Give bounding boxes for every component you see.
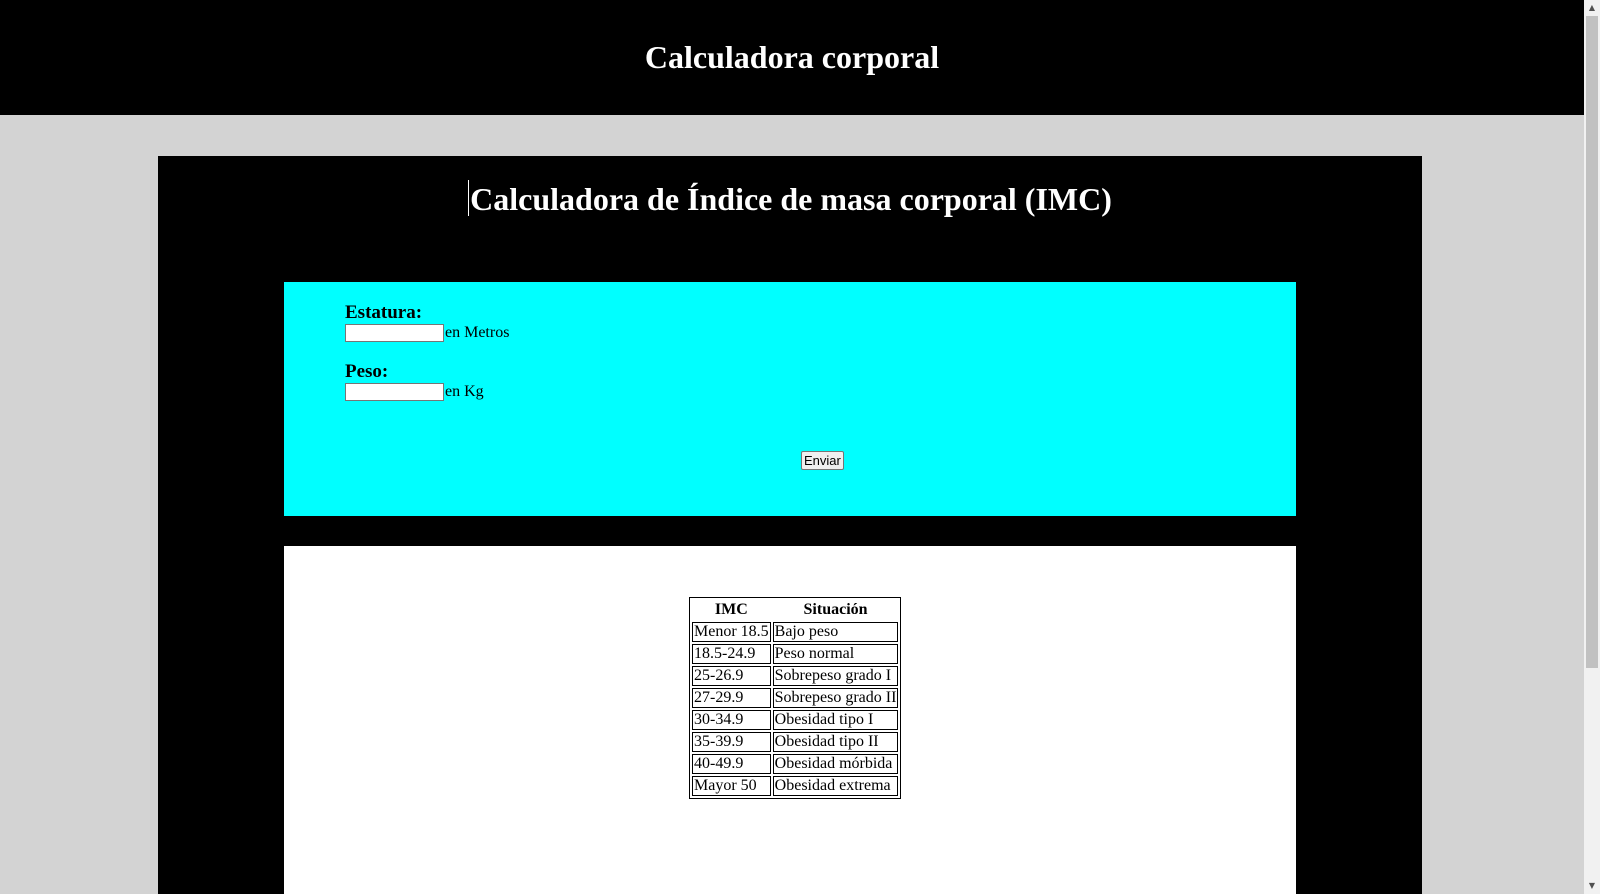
- situation-cell: Bajo peso: [772, 622, 899, 642]
- scroll-up-arrow-icon[interactable]: ▲: [1584, 0, 1600, 16]
- table-header-row: IMC Situación: [692, 600, 898, 620]
- table-row: 25-26.9 Sobrepeso grado I: [692, 666, 899, 686]
- imc-range-cell: 25-26.9: [692, 666, 771, 686]
- scroll-down-arrow-icon[interactable]: ▼: [1584, 878, 1600, 894]
- scrollbar-thumb[interactable]: [1586, 16, 1598, 668]
- situation-cell: Peso normal: [772, 644, 899, 664]
- weight-label: Peso:: [345, 361, 389, 382]
- situation-cell: Sobrepeso grado I: [772, 666, 899, 686]
- height-input[interactable]: [345, 324, 444, 342]
- table-row: 35-39.9 Obesidad tipo II: [692, 732, 899, 752]
- imc-table-panel: IMC Situación Menor 18.5 Bajo peso 18.5-…: [284, 546, 1296, 894]
- imc-form: Estatura: en Metros Peso: en Kg Enviar: [284, 282, 1296, 516]
- table-row: 30-34.9 Obesidad tipo I: [692, 710, 899, 730]
- main-panel: Calculadora de Índice de masa corporal (…: [158, 156, 1422, 894]
- top-header: Calculadora corporal: [0, 0, 1584, 115]
- imc-range-cell: 35-39.9: [692, 732, 771, 752]
- height-unit: en Metros: [445, 324, 510, 341]
- weight-row: en Kg: [345, 382, 484, 402]
- height-label: Estatura:: [345, 302, 423, 323]
- weight-input[interactable]: [345, 383, 444, 401]
- table-row: Mayor 50 Obesidad extrema: [692, 776, 899, 796]
- page: Calculadora corporal Calculadora de Índi…: [0, 0, 1584, 894]
- weight-unit: en Kg: [445, 383, 484, 400]
- column-header-situacion: Situación: [803, 601, 868, 618]
- imc-range-cell: Mayor 50: [692, 776, 771, 796]
- text-caret: [468, 180, 470, 216]
- page-title: Calculadora corporal: [644, 39, 940, 75]
- imc-range-cell: 40-49.9: [692, 754, 771, 774]
- situation-cell: Obesidad mórbida: [772, 754, 899, 774]
- imc-range-cell: 27-29.9: [692, 688, 771, 708]
- table-row: 40-49.9 Obesidad mórbida: [692, 754, 899, 774]
- table-row: Menor 18.5 Bajo peso: [692, 622, 899, 642]
- situation-cell: Obesidad tipo I: [772, 710, 899, 730]
- imc-range-cell: Menor 18.5: [692, 622, 771, 642]
- imc-table: IMC Situación Menor 18.5 Bajo peso 18.5-…: [689, 597, 902, 799]
- table-row: 27-29.9 Sobrepeso grado II: [692, 688, 899, 708]
- imc-range-cell: 30-34.9: [692, 710, 771, 730]
- situation-cell: Obesidad extrema: [772, 776, 899, 796]
- table-row: 18.5-24.9 Peso normal: [692, 644, 899, 664]
- column-header-imc: IMC: [714, 601, 748, 618]
- situation-cell: Sobrepeso grado II: [772, 688, 899, 708]
- calculator-title-text: Calculadora de Índice de masa corporal (…: [470, 181, 1112, 217]
- vertical-scrollbar[interactable]: ▲ ▼: [1584, 0, 1600, 894]
- height-row: en Metros: [345, 323, 509, 343]
- submit-button[interactable]: Enviar: [801, 451, 844, 470]
- calculator-title: Calculadora de Índice de masa corporal (…: [158, 180, 1422, 218]
- imc-range-cell: 18.5-24.9: [692, 644, 771, 664]
- situation-cell: Obesidad tipo II: [772, 732, 899, 752]
